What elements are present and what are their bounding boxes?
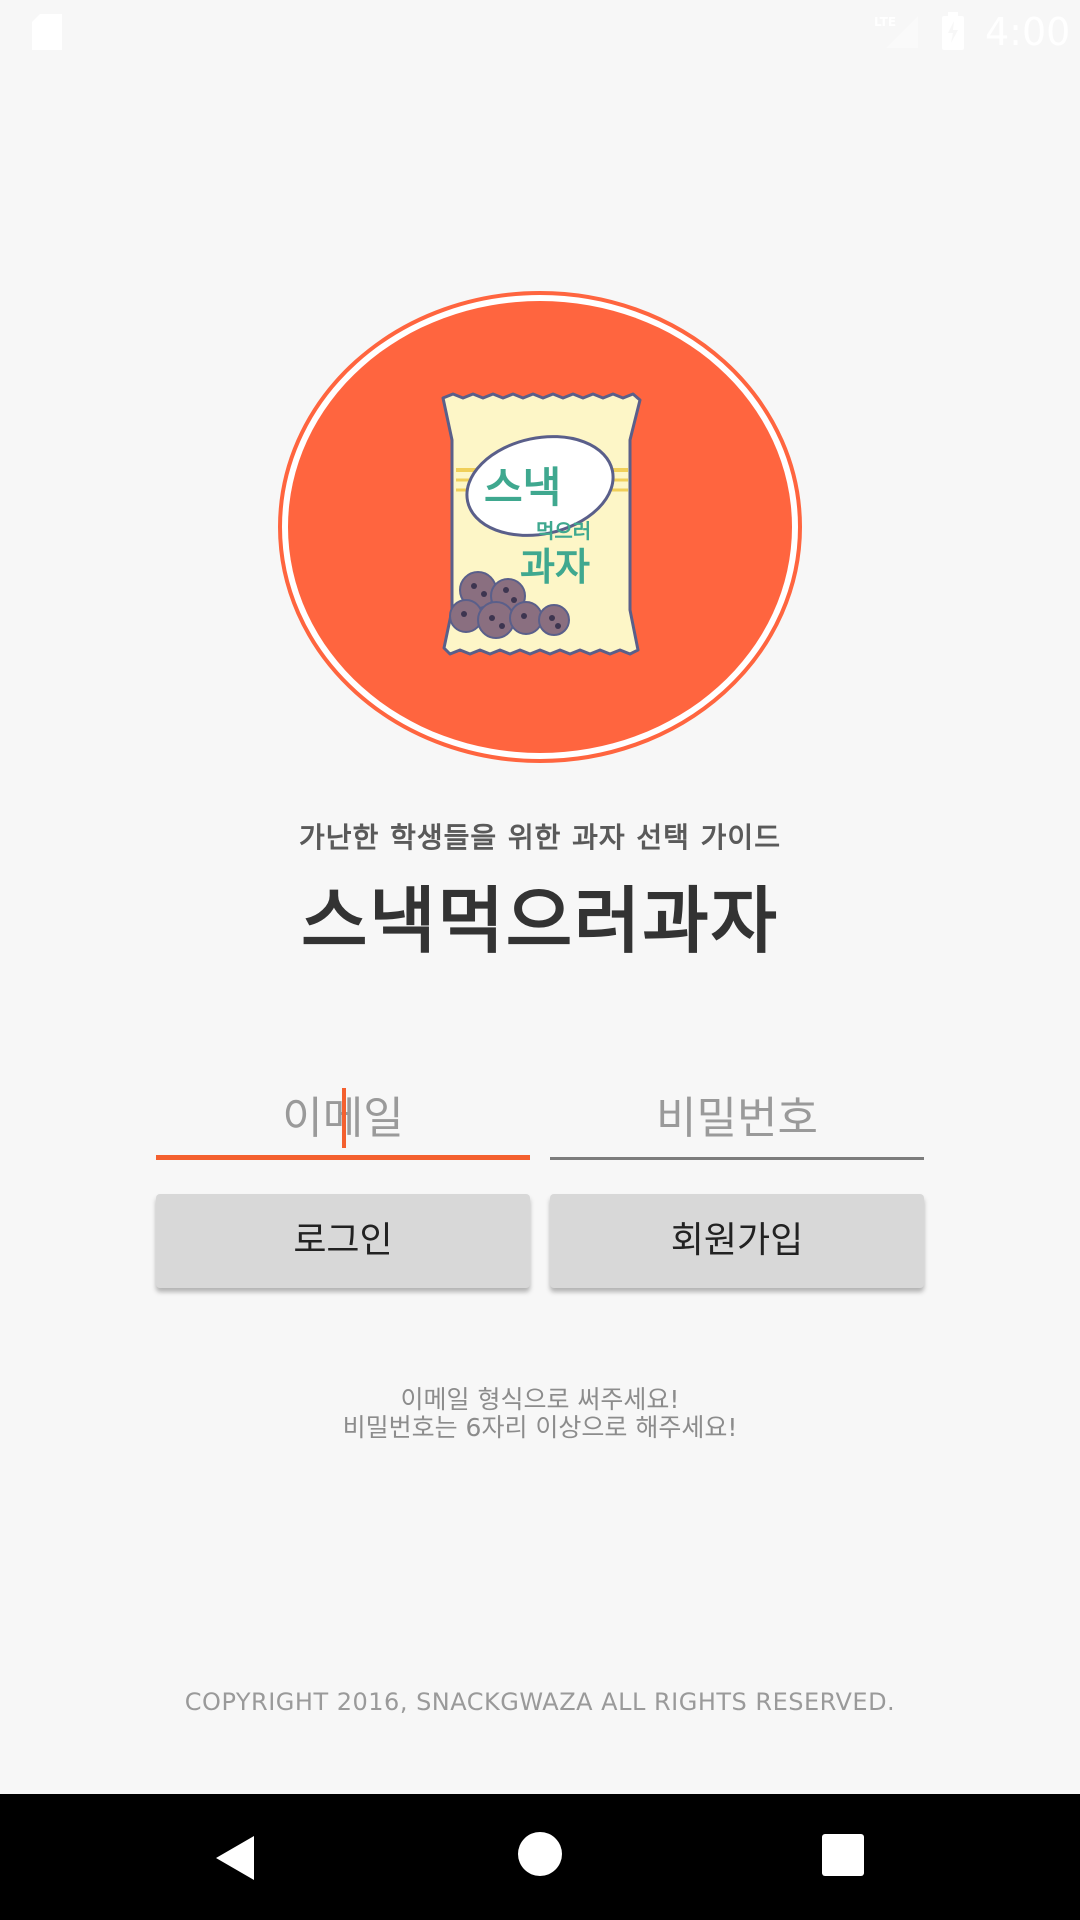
password-underline bbox=[550, 1157, 924, 1160]
navigation-bar bbox=[0, 1794, 1080, 1920]
password-field[interactable] bbox=[550, 1080, 924, 1160]
home-icon[interactable] bbox=[518, 1832, 562, 1876]
logo-text-eat: 먹으러 bbox=[536, 519, 591, 543]
sd-card-icon bbox=[32, 14, 62, 50]
copyright-text: COPYRIGHT 2016, SNACKGWAZA ALL RIGHTS RE… bbox=[184, 1688, 896, 1716]
password-hint: 비밀번호는 6자리 이상으로 해주세요! bbox=[342, 1413, 738, 1442]
password-input[interactable] bbox=[550, 1080, 924, 1156]
back-icon[interactable] bbox=[212, 1834, 258, 1882]
logo-text-snack: 스낵 bbox=[484, 463, 561, 512]
signup-button[interactable]: 회원가입 bbox=[550, 1194, 924, 1288]
svg-text:LTE: LTE bbox=[874, 15, 896, 29]
app-title: 스낵먹으러과자 bbox=[301, 879, 779, 963]
tagline: 가난한 학생들을 위한 과자 선택 가이드 bbox=[299, 821, 781, 854]
login-button[interactable]: 로그인 bbox=[156, 1194, 530, 1288]
recents-icon[interactable] bbox=[822, 1834, 864, 1876]
lte-signal-icon: LTE bbox=[874, 15, 918, 48]
logo-text-gwaja: 과자 bbox=[520, 545, 590, 589]
status-bar: LTE 4:00 bbox=[0, 0, 1080, 63]
battery-charging-icon bbox=[942, 12, 964, 50]
app-logo: 스낵 먹으러 과자 bbox=[278, 291, 802, 763]
status-time: 4:00 bbox=[985, 10, 1071, 54]
email-field[interactable] bbox=[156, 1080, 530, 1160]
email-underline bbox=[156, 1155, 530, 1160]
text-cursor bbox=[342, 1088, 346, 1148]
